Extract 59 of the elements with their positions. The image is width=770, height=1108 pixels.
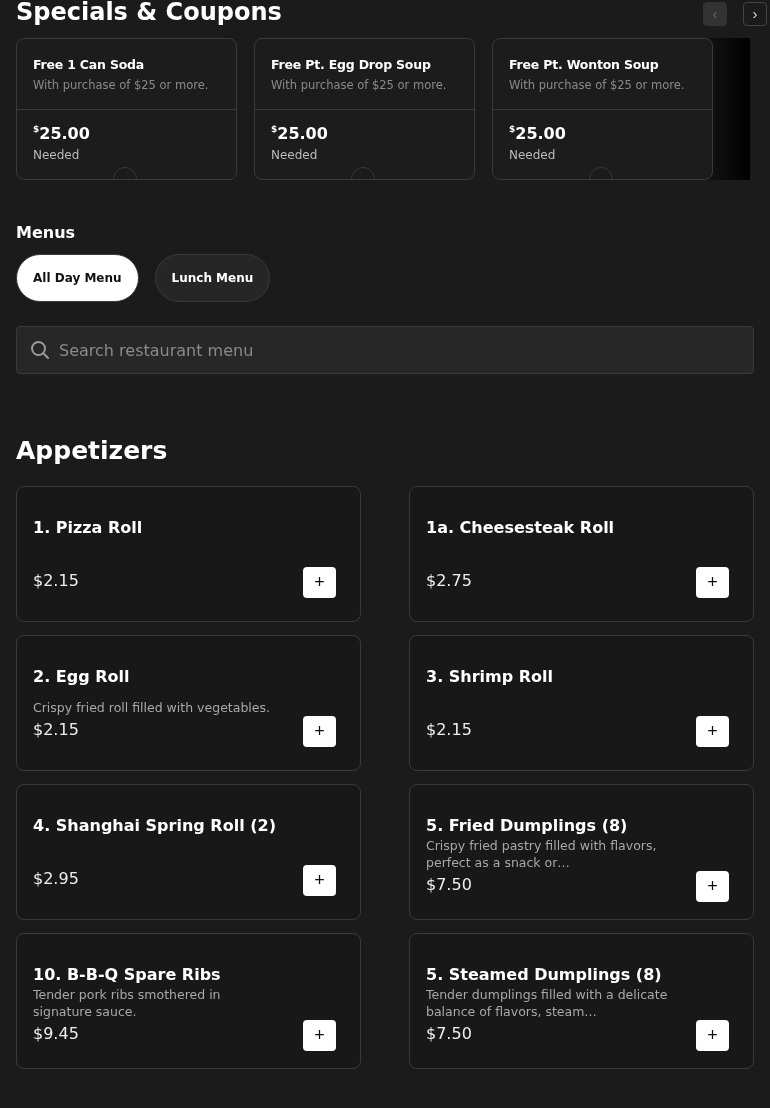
add-button[interactable]: +: [303, 865, 336, 896]
coupon-condition: With purchase of $25 or more.: [509, 78, 686, 92]
coupon-card[interactable]: Free 1 Can Soda With purchase of $25 or more. $^{$}$25.00 Needed: [16, 38, 237, 180]
add-button[interactable]: +: [696, 871, 729, 902]
search-icon: [30, 340, 50, 360]
coupon-amount: $^{$}$25.00: [509, 124, 567, 143]
menu-item-card[interactable]: 4. Shanghai Spring Roll (2) $2.95 +: [16, 784, 361, 920]
item-price: $2.95: [33, 868, 79, 890]
menu-item-card[interactable]: 1a. Cheesesteak Roll $2.75 +: [409, 486, 754, 622]
menu-item-card[interactable]: 5. Fried Dumplings (8) Crispy fried pastry filled with flavors, perfect as a snack or… $7.50 +: [409, 784, 754, 920]
add-button[interactable]: +: [303, 567, 336, 598]
item-price: $7.50: [426, 1023, 473, 1045]
menu-tab[interactable]: Lunch Menu: [154, 254, 271, 302]
item-name: 3. Shrimp Roll: [426, 666, 555, 688]
item-name: 4. Shanghai Spring Roll (2): [33, 815, 277, 837]
coupon-card[interactable]: Free Pt. Wonton Soup With purchase of $25 or more. $^{$}$25.00 Needed: [492, 38, 713, 180]
menu-item-card[interactable]: 1. Pizza Roll $2.15 +: [16, 486, 361, 622]
item-name: 1. Pizza Roll: [33, 517, 144, 539]
add-button[interactable]: +: [696, 1020, 729, 1051]
item-name: 5. Steamed Dumplings (8): [426, 964, 663, 986]
add-button[interactable]: +: [696, 567, 729, 598]
item-price: $2.15: [33, 719, 80, 741]
coupon-card[interactable]: Free Pt. Egg Drop Soup With purchase of $25 or more. $^{$}$25.00 Needed: [254, 38, 475, 180]
item-name: 1a. Cheesesteak Roll: [426, 517, 616, 539]
item-name: 2. Egg Roll: [33, 666, 131, 688]
coupon-condition: With purchase of $25 or more.: [33, 78, 210, 92]
add-button[interactable]: +: [696, 716, 729, 747]
coupon-note: Needed: [271, 148, 319, 162]
item-price: $2.15: [33, 570, 79, 592]
item-name: 10. B-B-Q Spare Ribs: [33, 964, 222, 986]
item-description: Crispy fried pastry filled with flavors, perfect as a snack or…: [426, 837, 658, 871]
item-price: $2.75: [426, 570, 472, 592]
menu-item-card[interactable]: 10. B-B-Q Spare Ribs Tender pork ribs smothered in signature sauce. $9.45 +: [16, 933, 361, 1069]
item-name: 5. Fried Dumplings (8): [426, 815, 629, 837]
add-button[interactable]: +: [303, 1020, 336, 1051]
coupon-condition: With purchase of $25 or more.: [271, 78, 448, 92]
coupon-amount: $^{$}$25.00: [271, 124, 329, 143]
next-button[interactable]: ›: [743, 2, 767, 26]
menu-item-card[interactable]: 2. Egg Roll Crispy fried roll filled with vegetables. $2.15 +: [16, 635, 361, 771]
menu-item-card[interactable]: 3. Shrimp Roll $2.15 +: [409, 635, 754, 771]
item-description: Tender pork ribs smothered in signature sauce.: [33, 986, 222, 1020]
coupon-amount: $^{$}$25.00: [33, 124, 91, 143]
item-price: $9.45: [33, 1023, 80, 1045]
item-price: $7.50: [426, 874, 473, 896]
add-button[interactable]: +: [303, 716, 336, 747]
coupon-title: Free Pt. Wonton Soup: [509, 57, 660, 72]
item-description: Tender dumplings filled with a delicate balance of flavors, steam…: [426, 986, 669, 1020]
menu-tab[interactable]: All Day Menu: [16, 254, 139, 302]
section-title: Specials & Coupons: [16, 0, 282, 24]
menus-title: Menus: [16, 223, 77, 242]
coupon-title: Free Pt. Egg Drop Soup: [271, 57, 432, 72]
coupon-title: Free 1 Can Soda: [33, 57, 146, 72]
menu-item-card[interactable]: 5. Steamed Dumplings (8) Tender dumplings filled with a delicate balance of flavors, steam… $7.50 +: [409, 933, 754, 1069]
item-description: Crispy fried roll filled with vegetables.: [33, 699, 271, 716]
search-field[interactable]: Search restaurant menu: [16, 326, 754, 374]
coupon-note: Needed: [509, 148, 557, 162]
section-title: Appetizers: [16, 437, 169, 465]
item-price: $2.15: [426, 719, 472, 741]
coupon-note: Needed: [33, 148, 81, 162]
